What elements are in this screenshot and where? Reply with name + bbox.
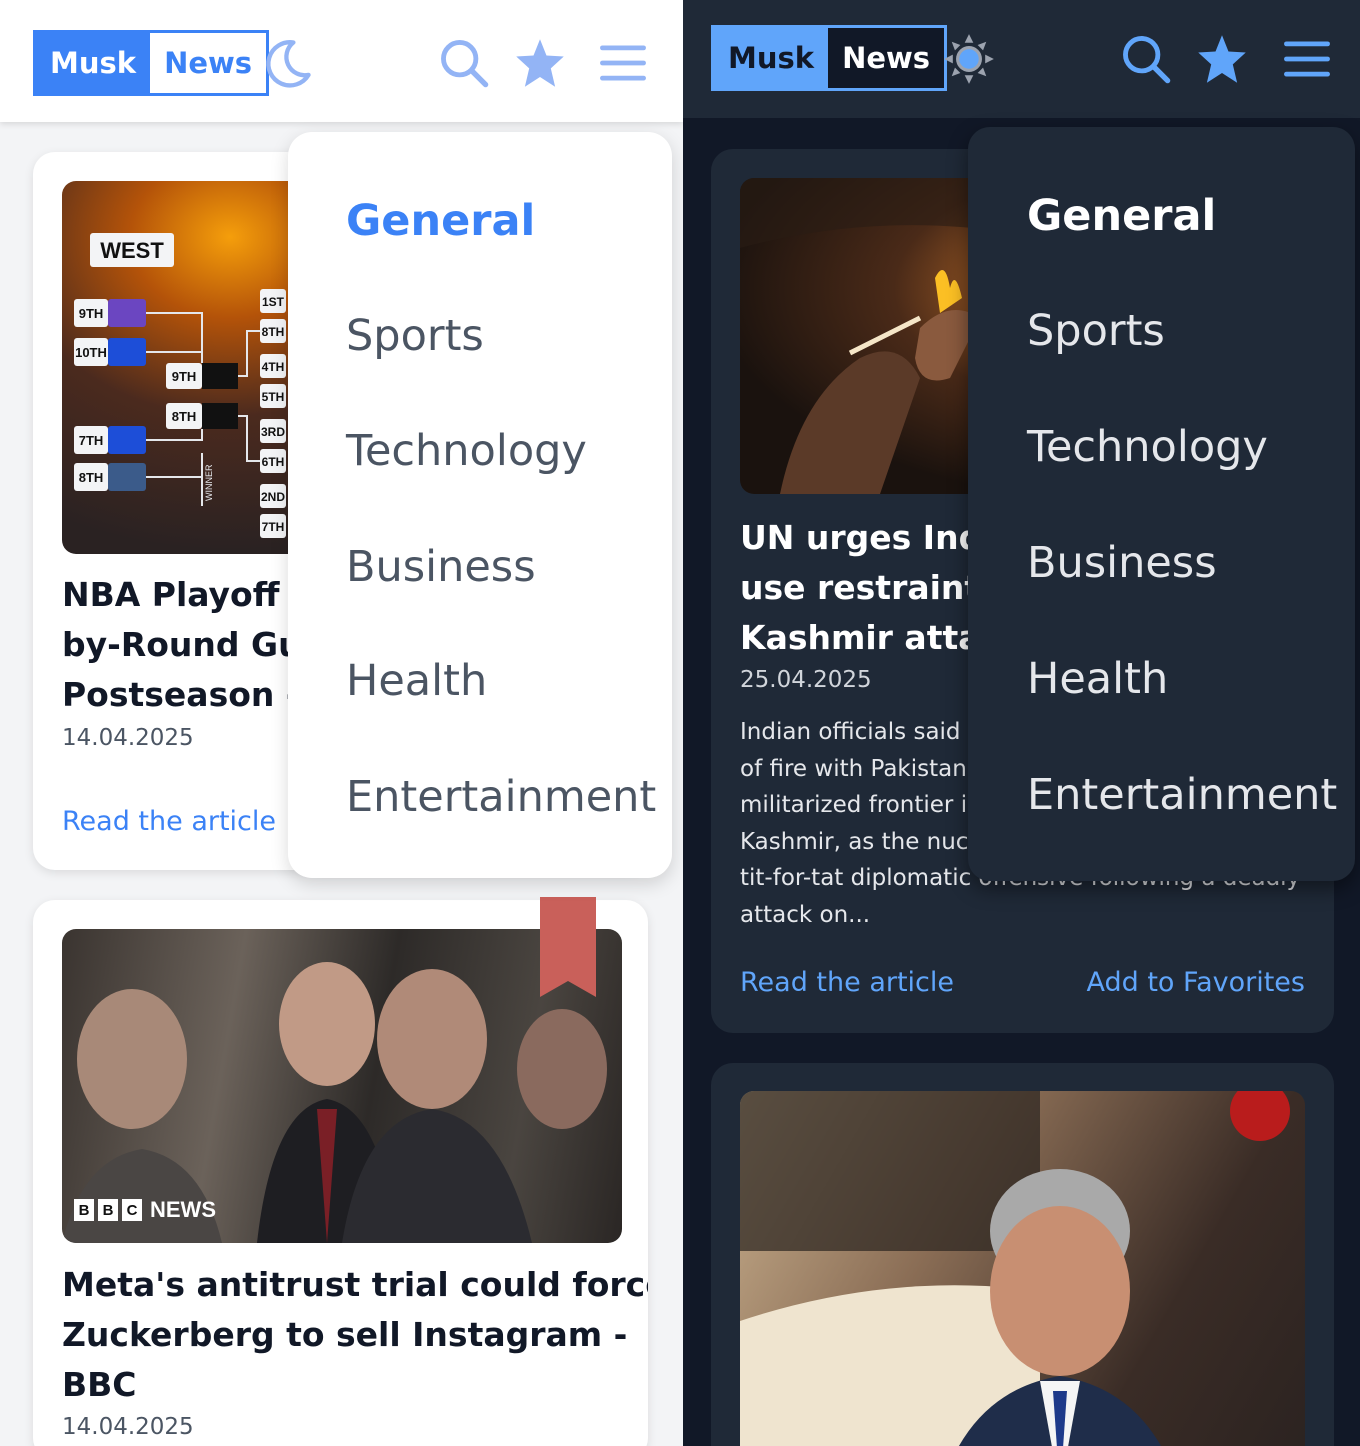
article-date: 14.04.2025 <box>62 1414 194 1440</box>
article-title[interactable]: Meta's antitrust trial could force Zucke… <box>62 1260 648 1410</box>
app-header: Musk News <box>683 0 1360 118</box>
search-icon[interactable] <box>1116 29 1176 89</box>
svg-text:7TH: 7TH <box>262 520 285 534</box>
menu-item-health[interactable]: Health <box>346 656 487 706</box>
site-logo[interactable]: Musk News <box>711 25 948 91</box>
menu-item-general[interactable]: General <box>1027 191 1216 241</box>
article-image: B B C NEWS <box>62 929 622 1243</box>
read-article-link[interactable]: Read the article <box>62 806 276 837</box>
add-to-favorites-link[interactable]: Add to Favorites <box>1086 967 1305 998</box>
menu-item-general[interactable]: General <box>346 196 535 246</box>
bookmark-icon[interactable] <box>540 897 596 997</box>
menu-item-sports[interactable]: Sports <box>1027 306 1165 356</box>
article-date: 14.04.2025 <box>62 725 194 751</box>
article-date: 25.04.2025 <box>740 667 872 693</box>
svg-text:3RD: 3RD <box>261 425 285 439</box>
menu-icon[interactable] <box>593 33 653 93</box>
menu-icon[interactable] <box>1277 29 1337 89</box>
category-menu: General Sports Technology Business Healt… <box>288 132 672 878</box>
star-icon[interactable] <box>510 33 570 93</box>
svg-text:4TH: 4TH <box>262 360 285 374</box>
news-photo <box>62 962 607 1243</box>
moon-icon[interactable] <box>258 33 318 93</box>
menu-item-entertainment[interactable]: Entertainment <box>346 772 656 822</box>
svg-text:8TH: 8TH <box>262 325 285 339</box>
app-header: Musk News <box>0 0 683 122</box>
star-icon[interactable] <box>1192 29 1252 89</box>
sun-icon[interactable] <box>939 29 999 89</box>
bbc-news-watermark: B B C NEWS <box>74 1197 216 1223</box>
menu-item-health[interactable]: Health <box>1027 654 1168 704</box>
menu-item-technology[interactable]: Technology <box>346 426 587 476</box>
svg-text:1ST: 1ST <box>262 295 285 309</box>
article-image <box>740 1091 1305 1446</box>
article-card <box>711 1063 1334 1446</box>
svg-text:9TH: 9TH <box>172 369 197 384</box>
search-icon[interactable] <box>434 33 494 93</box>
dark-theme-view: Musk News UN urges Indi use restraint a … <box>683 0 1360 1446</box>
site-logo[interactable]: Musk News <box>33 30 270 96</box>
menu-item-entertainment[interactable]: Entertainment <box>1027 770 1337 820</box>
svg-text:6TH: 6TH <box>262 455 285 469</box>
menu-item-business[interactable]: Business <box>346 542 536 592</box>
category-menu: General Sports Technology Business Healt… <box>968 127 1355 881</box>
svg-text:8TH: 8TH <box>79 470 104 485</box>
menu-item-technology[interactable]: Technology <box>1027 422 1268 472</box>
svg-text:7TH: 7TH <box>79 433 104 448</box>
light-theme-view: Musk News WEST 9TH 10TH 7TH 8TH 9TH 8TH … <box>0 0 683 1446</box>
portrait-photo <box>740 1091 1290 1446</box>
svg-text:5TH: 5TH <box>262 390 285 404</box>
svg-text:9TH: 9TH <box>79 306 104 321</box>
menu-item-sports[interactable]: Sports <box>346 311 484 361</box>
svg-text:10TH: 10TH <box>75 345 107 360</box>
svg-text:WINNER: WINNER <box>204 464 214 501</box>
read-article-link[interactable]: Read the article <box>740 967 954 998</box>
menu-item-business[interactable]: Business <box>1027 538 1217 588</box>
svg-text:8TH: 8TH <box>172 409 197 424</box>
svg-text:2ND: 2ND <box>261 490 285 504</box>
svg-text:WEST: WEST <box>100 238 164 263</box>
